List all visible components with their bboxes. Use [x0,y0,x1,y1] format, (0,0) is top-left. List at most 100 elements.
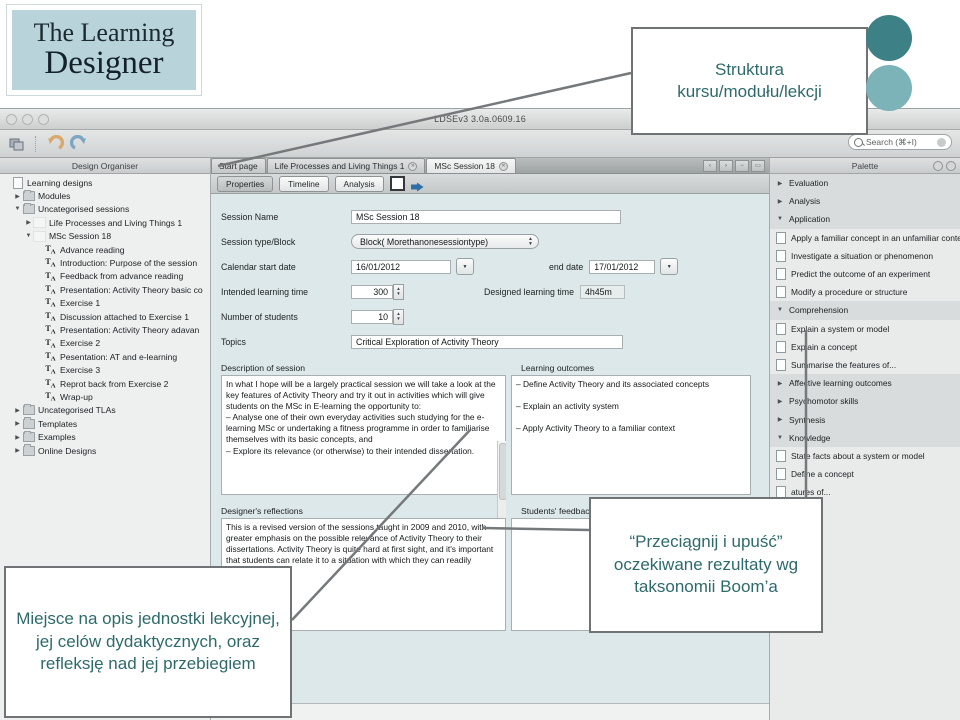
palette-twisty-icon[interactable]: ▼ [776,307,784,313]
palette-twisty-icon[interactable]: ▼ [776,216,784,222]
palette-item[interactable]: Define a concept [770,465,960,483]
palette-twisty-icon[interactable]: ▶ [776,398,784,405]
tree-twisty-icon[interactable]: ▶ [13,420,22,427]
description-textarea[interactable]: In what I hope will be a largely practic… [221,375,506,495]
editor-subtab[interactable]: Properties [217,175,274,192]
palette-twisty-icon[interactable]: ▼ [776,435,784,441]
session-type-select[interactable]: Block( Morethanonesessiontype) ▲ ▼ [351,234,539,249]
topics-input[interactable]: Critical Exploration of Activity Theory [351,334,623,349]
end-date-dropdown-button[interactable]: ▼ [660,258,679,275]
document-tabstrip[interactable]: Start page Life Processes and Living Thin… [211,158,769,174]
tree-twisty-icon[interactable]: ▼ [13,206,22,212]
palette-item[interactable]: Explain a concept [770,338,960,356]
editor-subtab[interactable]: Timeline [279,175,329,192]
tree-item[interactable]: ▶ Examples [0,430,210,443]
students-input[interactable]: 10 [351,309,393,324]
tree-item[interactable]: TA Presentation: Activity Theory basic co [0,283,210,296]
palette-group[interactable]: ▶ Affective learning outcomes [770,374,960,393]
tree-item[interactable]: TA Exercise 3 [0,363,210,376]
undo-icon[interactable] [46,134,65,153]
session-name-input[interactable]: MSc Session 18 [351,209,621,224]
tree-item[interactable]: ▶ Templates [0,417,210,430]
tree-item[interactable]: TA Feedback from advance reading [0,270,210,283]
tree-twisty-icon[interactable]: ▶ [13,434,22,441]
palette-item[interactable]: State facts about a system or model [770,447,960,465]
tree-item[interactable]: TA Pesentation: AT and e-learning [0,350,210,363]
intended-time-stepper[interactable]: ▲ ▼ [393,283,404,300]
palette-header-buttons[interactable] [933,161,956,171]
palette-item[interactable]: Apply a familiar concept in an unfamilia… [770,229,960,247]
tree-item[interactable]: ▶ Modules [0,189,210,202]
palette-group[interactable]: ▶ Psychomotor skills [770,392,960,411]
minimize-window-button[interactable] [22,114,33,125]
palette-item[interactable]: Explain a system or model [770,320,960,338]
document-tab[interactable]: MSc Session 18 ✕ [426,158,516,173]
palette-twisty-icon[interactable]: ▶ [776,180,784,187]
palette-twisty-icon[interactable]: ▶ [776,416,784,423]
students-stepper[interactable]: ▲ ▼ [393,308,404,325]
panel-nav-button[interactable]: ‹ [703,160,717,172]
tree-item[interactable]: TA Reprot back from Exercise 2 [0,377,210,390]
tree-twisty-icon[interactable]: ▶ [13,447,22,454]
tree-item[interactable]: ▼ MSc Session 18 [0,230,210,243]
tree-item[interactable]: TA Introduction: Purpose of the session [0,256,210,269]
tree-item[interactable]: ▶ Online Designs [0,444,210,457]
window-traffic-lights[interactable] [6,114,49,125]
palette-item[interactable]: Predict the outcome of an experiment [770,265,960,283]
calendar-start-input[interactable]: 16/01/2012 [351,259,451,274]
palette-minimize-icon[interactable] [933,161,943,171]
end-date-input[interactable]: 17/01/2012 [589,259,656,274]
intended-time-input[interactable]: 300 [351,284,393,299]
tree-item-label: Pesentation: AT and e-learning [60,351,178,362]
search-field[interactable]: Search (⌘+I) [848,134,952,150]
palette-item[interactable]: Summarise the features of... [770,356,960,374]
tree-twisty-icon[interactable]: ▼ [24,233,33,239]
tree-item[interactable]: ▶ Uncategorised TLAs [0,403,210,417]
editor-subtab-bar[interactable]: Properties Timeline Analysis [211,174,769,194]
tree-item[interactable]: TA Wrap-up [0,390,210,403]
palette-group[interactable]: ▼ Comprehension [770,301,960,320]
document-tab[interactable]: Start page [211,158,266,173]
panel-nav-button[interactable]: − [735,160,749,172]
palette-group[interactable]: ▼ Knowledge [770,428,960,447]
tree-item[interactable]: TA Advance reading [0,243,210,256]
palette-list[interactable]: ▶ Evaluation ▶ Analysis ▼ Application Apply a … [770,174,960,720]
zoom-window-button[interactable] [38,114,49,125]
panel-nav-button[interactable]: ▭ [751,160,765,172]
palette-group[interactable]: ▶ Synthesis [770,410,960,429]
palette-group[interactable]: ▼ Application [770,210,960,229]
learning-outcomes-list[interactable]: – Define Activity Theory and its associa… [511,375,751,495]
tree-item[interactable]: TA Exercise 2 [0,337,210,350]
palette-group[interactable]: ▶ Evaluation [770,174,960,193]
tree-item[interactable]: TA Exercise 1 [0,297,210,310]
palette-twisty-icon[interactable]: ▶ [776,380,784,387]
palette-item[interactable]: Investigate a situation or phenomenon [770,247,960,265]
close-tab-icon[interactable]: ✕ [498,161,508,171]
tree-item[interactable]: ▼ Uncategorised sessions [0,202,210,216]
tree-twisty-icon[interactable]: ▶ [24,219,33,226]
close-window-button[interactable] [6,114,17,125]
redo-icon[interactable] [69,134,88,153]
palette-twisty-icon[interactable]: ▶ [776,198,784,205]
panel-nav-button[interactable]: › [719,160,733,172]
tree-twisty-icon[interactable]: ▶ [13,193,22,200]
new-design-icon[interactable] [8,135,26,153]
calendar-start-dropdown-button[interactable]: ▼ [456,258,474,275]
palette-item[interactable]: Modify a procedure or structure [770,283,960,301]
save-icon[interactable] [389,176,405,191]
tree-item[interactable]: Learning designs [0,176,210,189]
document-tab[interactable]: Life Processes and Living Things 1 ✕ [266,158,426,173]
clear-search-icon[interactable] [937,137,946,147]
tree-item[interactable]: ▶ Life Processes and Living Things 1 [0,216,210,229]
palette-group[interactable]: ▶ Analysis [770,192,960,211]
palette-close-icon[interactable] [946,161,956,171]
panel-nav-buttons[interactable]: ‹ › − ▭ [703,160,765,172]
close-tab-icon[interactable]: ✕ [408,161,418,171]
tree-item[interactable]: TA Discussion attached to Exercise 1 [0,310,210,323]
outcome-card-icon [776,340,786,353]
stepper-arrows-icon: ▲ ▼ [528,236,533,247]
export-icon[interactable] [410,179,424,191]
editor-subtab[interactable]: Analysis [334,175,384,192]
tree-twisty-icon[interactable]: ▶ [13,407,22,414]
tree-item[interactable]: TA Presentation: Activity Theory adavan [0,323,210,336]
